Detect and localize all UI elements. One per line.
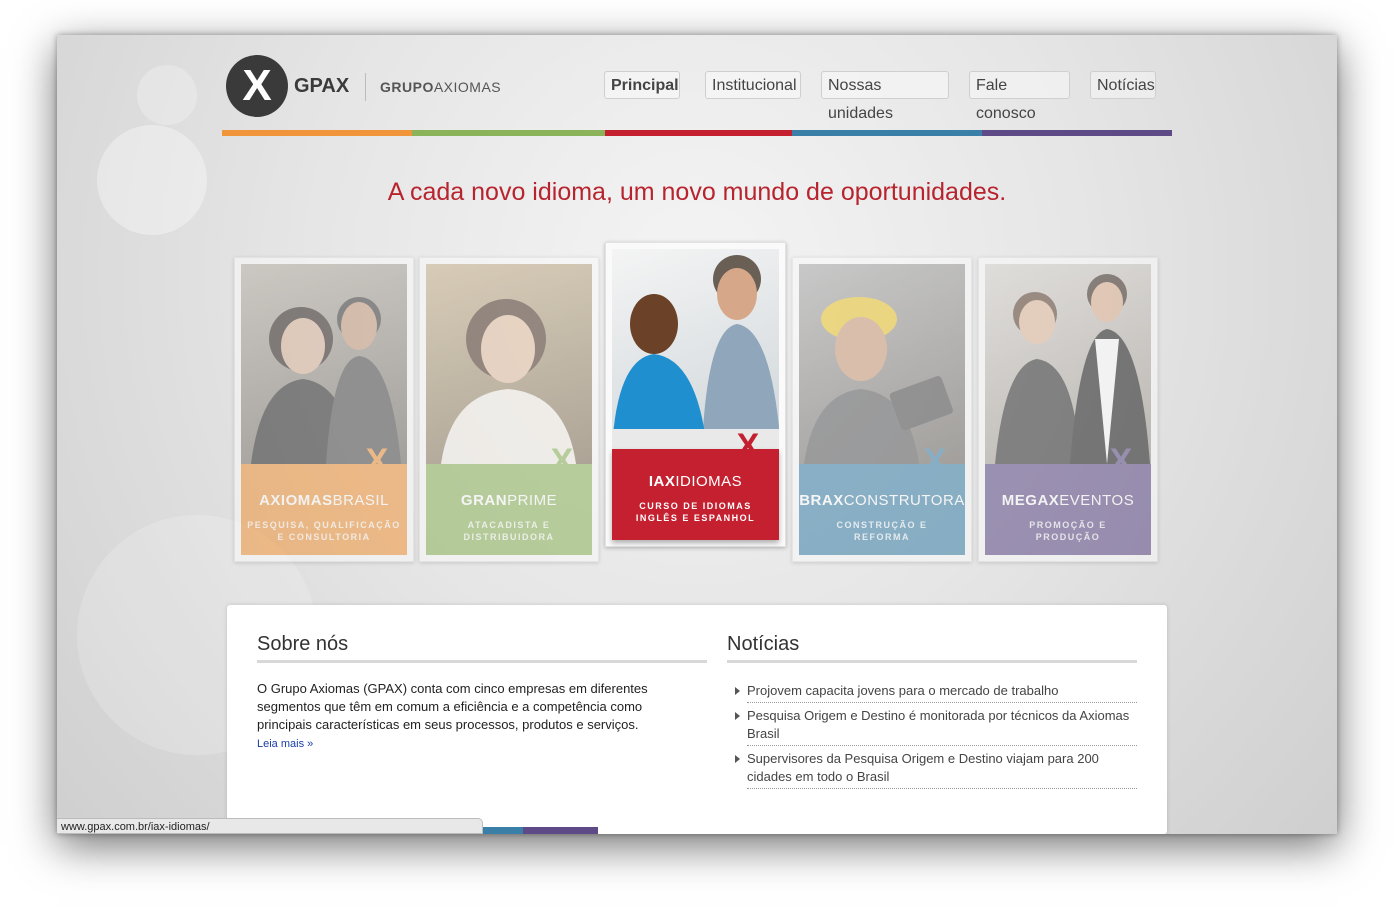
card-subtitle: CONSTRUÇÃO E REFORMA <box>799 519 965 543</box>
card-band: AXIOMASBRASIL PESQUISA, QUALIFICAÇÃO E CO… <box>241 464 407 555</box>
card-name: IAXIDIOMAS <box>612 473 779 490</box>
stripe-blue <box>792 130 982 136</box>
news-title: Notícias <box>727 633 800 655</box>
news-item[interactable]: Projovem capacita jovens para o mercado … <box>735 682 1137 703</box>
card-axiomas-brasil[interactable]: X AXIOMASBRASIL PESQUISA, QUALIFICAÇÃO E … <box>234 257 414 562</box>
logo-x-mark: X <box>242 61 272 110</box>
event-illustration-icon <box>995 274 1150 464</box>
card-name-light: EVENTOS <box>1059 492 1135 509</box>
about-title: Sobre nós <box>257 633 349 655</box>
group-name-light: AXIOMAS <box>433 79 502 95</box>
card-name-bold: BRAX <box>799 492 844 509</box>
card-gran-prime[interactable]: X GRANPRIME ATACADISTA E DISTRIBUIDORA <box>419 257 599 562</box>
card-subtitle: ATACADISTA E DISTRIBUIDORA <box>426 519 592 543</box>
card-subtitle-line: PESQUISA, QUALIFICAÇÃO <box>247 520 401 530</box>
group-name: GRUPOAXIOMAS <box>380 79 501 95</box>
card-name-bold: IAX <box>648 473 676 490</box>
card-name-light: BRASIL <box>332 492 389 509</box>
about-rule <box>257 660 707 663</box>
card-name-bold: GRAN <box>460 492 508 509</box>
card-subtitle-line: REFORMA <box>854 532 910 542</box>
about-text: O Grupo Axiomas (GPAX) conta com cinco e… <box>257 681 648 732</box>
people-illustration-icon <box>251 297 401 464</box>
card-name: BRAXCONSTRUTORA <box>799 492 965 509</box>
photo-businesswoman <box>426 264 592 464</box>
caret-right-icon <box>735 755 740 763</box>
card-subtitle-line: INGLÊS E ESPANHOL <box>635 513 756 523</box>
site-header: X GPAX GRUPOAXIOMAS Principal Institucio… <box>222 35 1172 135</box>
card-subtitle: PESQUISA, QUALIFICAÇÃO E CONSULTORIA <box>241 519 407 543</box>
photo-event <box>985 264 1151 464</box>
card-subtitle: PROMOÇÃO E PRODUÇÃO <box>985 519 1151 543</box>
background-bokeh <box>137 65 197 125</box>
card-subtitle-line: DISTRIBUIDORA <box>463 532 555 542</box>
students-illustration-icon <box>612 255 779 449</box>
card-subtitle-line: PROMOÇÃO E <box>1029 520 1107 530</box>
card-subtitle-line: PRODUÇÃO <box>1035 532 1101 542</box>
nav-principal[interactable]: Principal <box>604 71 680 99</box>
caret-right-icon <box>735 687 740 695</box>
card-iax-idiomas[interactable]: X IAXIDIOMAS CURSO DE IDIOMAS INGLÊS E ES… <box>605 242 786 547</box>
woman-illustration-icon <box>441 299 576 464</box>
card-subtitle-line: E CONSULTORIA <box>277 532 371 542</box>
content-panel: Sobre nós O Grupo Axiomas (GPAX) conta c… <box>227 605 1167 834</box>
nav-institucional[interactable]: Institucional <box>705 71 801 99</box>
stripe-purple <box>982 130 1172 136</box>
browser-window: X GPAX GRUPOAXIOMAS Principal Institucio… <box>57 35 1337 834</box>
news-item-text: Pesquisa Origem e Destino é monitorada p… <box>747 708 1130 741</box>
status-bar-url: www.gpax.com.br/iax-idiomas/ <box>57 818 483 834</box>
news-item-text: Supervisores da Pesquisa Origem e Destin… <box>747 751 1099 784</box>
photo-construction-worker <box>799 264 965 464</box>
gpax-logo[interactable]: X <box>226 55 288 117</box>
card-name-bold: MEGAX <box>1001 492 1060 509</box>
photo-students <box>612 249 779 449</box>
card-band: MEGAXEVENTOS PROMOÇÃO E PRODUÇÃO <box>985 464 1151 555</box>
card-band: BRAXCONSTRUTORA CONSTRUÇÃO E REFORMA <box>799 464 965 555</box>
card-name: MEGAXEVENTOS <box>985 492 1151 509</box>
stripe-green <box>412 130 605 136</box>
footer-stripe-blue <box>483 827 523 834</box>
color-stripe <box>222 130 1172 136</box>
news-item[interactable]: Pesquisa Origem e Destino é monitorada p… <box>735 707 1137 746</box>
footer-stripe-purple <box>523 827 598 834</box>
card-subtitle-line: CURSO DE IDIOMAS <box>639 501 752 511</box>
stripe-orange <box>222 130 412 136</box>
card-band: GRANPRIME ATACADISTA E DISTRIBUIDORA <box>426 464 592 555</box>
card-subtitle-line: CONSTRUÇÃO E <box>836 520 928 530</box>
card-subtitle: CURSO DE IDIOMAS INGLÊS E ESPANHOL <box>612 500 779 524</box>
caret-right-icon <box>735 712 740 720</box>
nav-noticias[interactable]: Notícias <box>1090 71 1156 99</box>
card-name-bold: AXIOMAS <box>259 492 333 509</box>
news-item-text: Projovem capacita jovens para o mercado … <box>747 683 1059 698</box>
card-brax-construtora[interactable]: X BRAXCONSTRUTORA CONSTRUÇÃO E REFORMA <box>792 257 972 562</box>
card-name: AXIOMASBRASIL <box>241 492 407 509</box>
worker-illustration-icon <box>804 297 953 464</box>
card-name-light: PRIME <box>507 492 558 509</box>
logo-divider <box>365 73 366 101</box>
card-name: GRANPRIME <box>426 492 592 509</box>
card-name-light: IDIOMAS <box>675 473 743 490</box>
news-item[interactable]: Supervisores da Pesquisa Origem e Destin… <box>735 750 1137 789</box>
nav-fale-conosco[interactable]: Fale conosco <box>969 71 1070 122</box>
stripe-red <box>605 130 792 136</box>
tagline: A cada novo idioma, um novo mundo de opo… <box>387 178 1007 206</box>
card-name-light: CONSTRUTORA <box>843 492 965 509</box>
news-rule <box>727 660 1137 663</box>
card-megax-eventos[interactable]: X MEGAXEVENTOS PROMOÇÃO E PRODUÇÃO <box>978 257 1158 562</box>
read-more-link[interactable]: Leia mais » <box>257 738 313 750</box>
card-band: IAXIDIOMAS CURSO DE IDIOMAS INGLÊS E ESPA… <box>612 449 779 540</box>
group-name-bold: GRUPO <box>380 79 434 95</box>
logo-brand[interactable]: GPAX <box>294 75 349 98</box>
photo-business-people <box>241 264 407 464</box>
card-subtitle-line: ATACADISTA E <box>467 520 551 530</box>
nav-nossas-unidades[interactable]: Nossas unidades <box>821 71 949 122</box>
